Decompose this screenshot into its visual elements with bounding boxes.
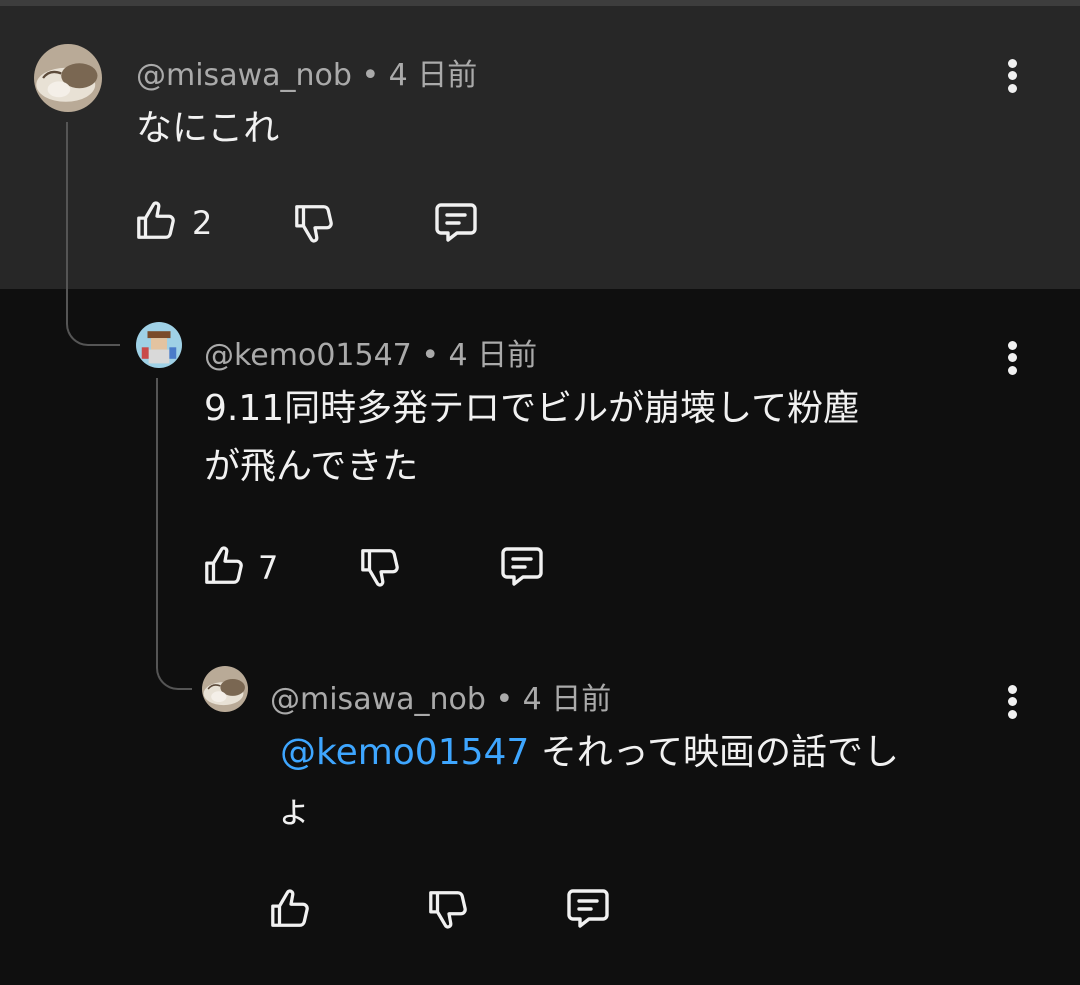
like-count: 2 bbox=[192, 204, 213, 242]
avatar[interactable] bbox=[34, 44, 102, 112]
avatar[interactable] bbox=[202, 666, 248, 712]
comment-author[interactable]: @kemo01547 bbox=[204, 338, 412, 373]
comment-author[interactable]: @misawa_nob bbox=[270, 682, 486, 717]
comment-meta: @kemo01547 • 4 日前 bbox=[204, 330, 537, 374]
comment-author[interactable]: @misawa_nob bbox=[136, 58, 352, 93]
like-count: 7 bbox=[258, 549, 279, 587]
thumb-up-icon[interactable] bbox=[134, 198, 180, 244]
thread-connector-line bbox=[66, 122, 120, 346]
comment-time: • 4 日前 bbox=[495, 682, 612, 717]
more-vert-icon[interactable] bbox=[1005, 56, 1019, 96]
comment-text-line: @kemo01547 それって映画の話でし bbox=[280, 724, 899, 782]
comment-meta: @misawa_nob • 4 日前 bbox=[270, 674, 611, 718]
thumb-down-icon[interactable] bbox=[358, 544, 404, 590]
thread-connector-line bbox=[156, 378, 192, 690]
reply-comment-icon[interactable] bbox=[498, 542, 546, 590]
more-vert-icon[interactable] bbox=[1005, 338, 1019, 378]
thumb-down-icon[interactable] bbox=[426, 886, 472, 932]
reply-comment-icon[interactable] bbox=[432, 198, 480, 246]
comment-time: • 4 日前 bbox=[421, 338, 538, 373]
comment-text-fragment: それって映画の話でし bbox=[540, 732, 899, 773]
comment-time: • 4 日前 bbox=[361, 58, 478, 93]
reply-comment-icon[interactable] bbox=[564, 884, 612, 932]
comment-text-line: が飛んできた bbox=[204, 446, 419, 487]
comment-text: なにこれ bbox=[136, 108, 280, 149]
more-vert-icon[interactable] bbox=[1005, 682, 1019, 722]
comment-text: 9.11同時多発テロでビルが崩壊して粉塵 が飛んできた bbox=[204, 380, 859, 496]
thumb-down-icon[interactable] bbox=[292, 200, 338, 246]
comment-text: @kemo01547 それって映画の話でし ょ bbox=[276, 724, 899, 840]
comment-text-line: 9.11同時多発テロでビルが崩壊して粉塵 bbox=[204, 388, 860, 429]
comment-text-line: ょ bbox=[276, 790, 313, 831]
comment-meta: @misawa_nob • 4 日前 bbox=[136, 50, 477, 94]
avatar[interactable] bbox=[136, 322, 182, 368]
thumb-up-icon[interactable] bbox=[268, 886, 314, 932]
thumb-up-icon[interactable] bbox=[202, 543, 248, 589]
mention-link[interactable]: @kemo01547 bbox=[280, 732, 529, 773]
